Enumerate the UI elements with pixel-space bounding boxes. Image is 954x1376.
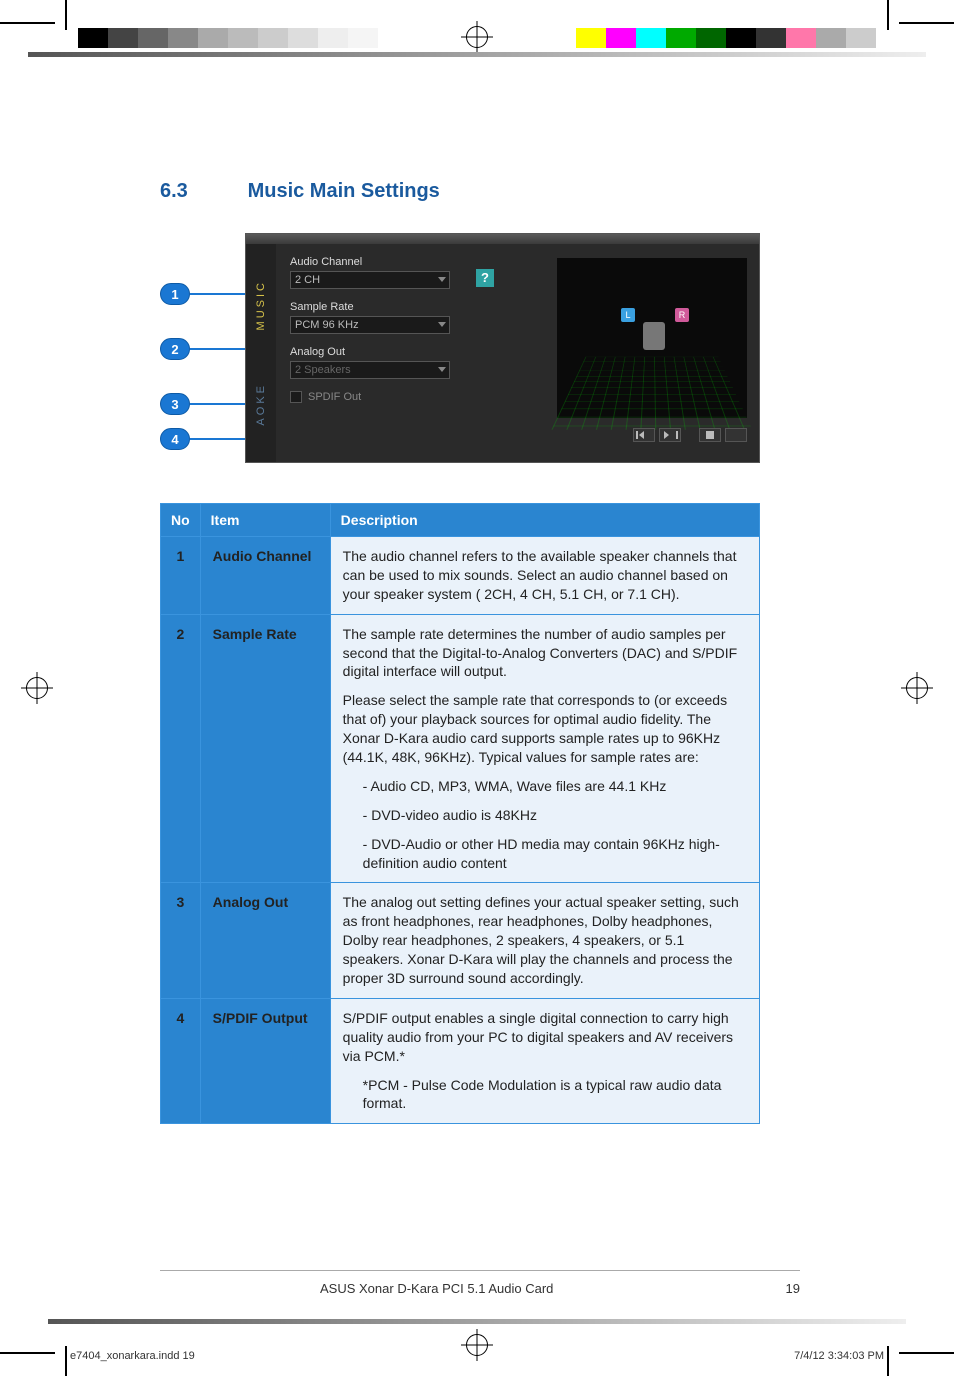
cell-no: 4 (161, 998, 201, 1123)
cell-desc: The audio channel refers to the availabl… (330, 537, 759, 615)
table-row: 3 Analog Out The analog out setting defi… (161, 883, 760, 998)
extra-button[interactable] (725, 428, 747, 442)
print-slug: e7404_xonarkara.indd 19 7/4/12 3:34:03 P… (70, 1350, 884, 1362)
analog-out-dropdown[interactable]: 2 Speakers (290, 361, 450, 379)
callout-4: 4 (160, 428, 190, 450)
prev-button[interactable] (633, 428, 655, 442)
cell-item: Sample Rate (200, 614, 330, 883)
crop-mark (0, 22, 55, 24)
cell-no: 2 (161, 614, 201, 883)
stop-button[interactable] (699, 428, 721, 442)
cell-item: Audio Channel (200, 537, 330, 615)
listener-icon (643, 322, 665, 350)
registration-target-icon (466, 26, 488, 48)
print-gray-gradient (28, 52, 926, 57)
registration-target-icon (906, 677, 928, 699)
spdif-out-checkbox[interactable] (290, 391, 302, 403)
col-desc: Description (330, 504, 759, 537)
speaker-left-icon: L (621, 308, 635, 322)
description-table: No Item Description 1 Audio Channel The … (160, 503, 760, 1124)
screenshot-figure: 1 2 3 4 MUSIC AOKE Audio Channel 2 CH ? (160, 233, 760, 473)
table-row: 1 Audio Channel The audio channel refers… (161, 537, 760, 615)
print-colorbar (78, 28, 378, 48)
cell-item: S/PDIF Output (200, 998, 330, 1123)
section-number: 6.3 (160, 180, 242, 203)
preview-player (557, 426, 747, 444)
registration-target-icon (26, 677, 48, 699)
crop-mark (899, 1352, 954, 1354)
crop-mark (899, 22, 954, 24)
page-content: 6.3 Music Main Settings 1 2 3 4 MUSIC AO… (160, 180, 760, 1124)
help-button[interactable]: ? (476, 269, 494, 287)
table-row: 4 S/PDIF Output S/PDIF output enables a … (161, 998, 760, 1123)
cell-no: 3 (161, 883, 201, 998)
crop-mark (65, 1346, 67, 1376)
page-footer: ASUS Xonar D-Kara PCI 5.1 Audio Card 19 (160, 1270, 800, 1296)
side-tab-music[interactable]: MUSIC (255, 280, 267, 330)
callout-2: 2 (160, 338, 190, 360)
cell-desc: The sample rate determines the number of… (330, 614, 759, 883)
room-grid (552, 357, 753, 430)
side-tab-aoke[interactable]: AOKE (255, 383, 267, 426)
callout-3: 3 (160, 393, 190, 415)
crop-mark (887, 1346, 889, 1376)
speaker-room-preview: L R (557, 258, 747, 418)
crop-mark (887, 0, 889, 30)
crop-mark (65, 0, 67, 30)
panel-titlebar (246, 234, 759, 244)
section-heading: 6.3 Music Main Settings (160, 180, 760, 203)
side-tabs: MUSIC AOKE (246, 244, 276, 462)
print-file: e7404_xonarkara.indd 19 (70, 1350, 195, 1362)
cell-desc: S/PDIF output enables a single digital c… (330, 998, 759, 1123)
cell-item: Analog Out (200, 883, 330, 998)
col-no: No (161, 504, 201, 537)
speaker-right-icon: R (675, 308, 689, 322)
footer-product: ASUS Xonar D-Kara PCI 5.1 Audio Card (320, 1281, 553, 1296)
print-gray-gradient (48, 1319, 906, 1324)
footer-page-number: 19 (786, 1281, 800, 1296)
section-title: Music Main Settings (248, 180, 440, 202)
callout-1: 1 (160, 283, 190, 305)
col-item: Item (200, 504, 330, 537)
next-button[interactable] (659, 428, 681, 442)
audio-channel-dropdown[interactable]: 2 CH (290, 271, 450, 289)
cell-desc: The analog out setting defines your actu… (330, 883, 759, 998)
cell-no: 1 (161, 537, 201, 615)
print-timestamp: 7/4/12 3:34:03 PM (794, 1350, 884, 1362)
crop-mark (0, 1352, 55, 1354)
music-settings-panel: MUSIC AOKE Audio Channel 2 CH ? Sample R… (245, 233, 760, 463)
table-row: 2 Sample Rate The sample rate determines… (161, 614, 760, 883)
print-colorbar (576, 28, 876, 48)
spdif-out-label: SPDIF Out (308, 391, 361, 403)
sample-rate-dropdown[interactable]: PCM 96 KHz (290, 316, 450, 334)
